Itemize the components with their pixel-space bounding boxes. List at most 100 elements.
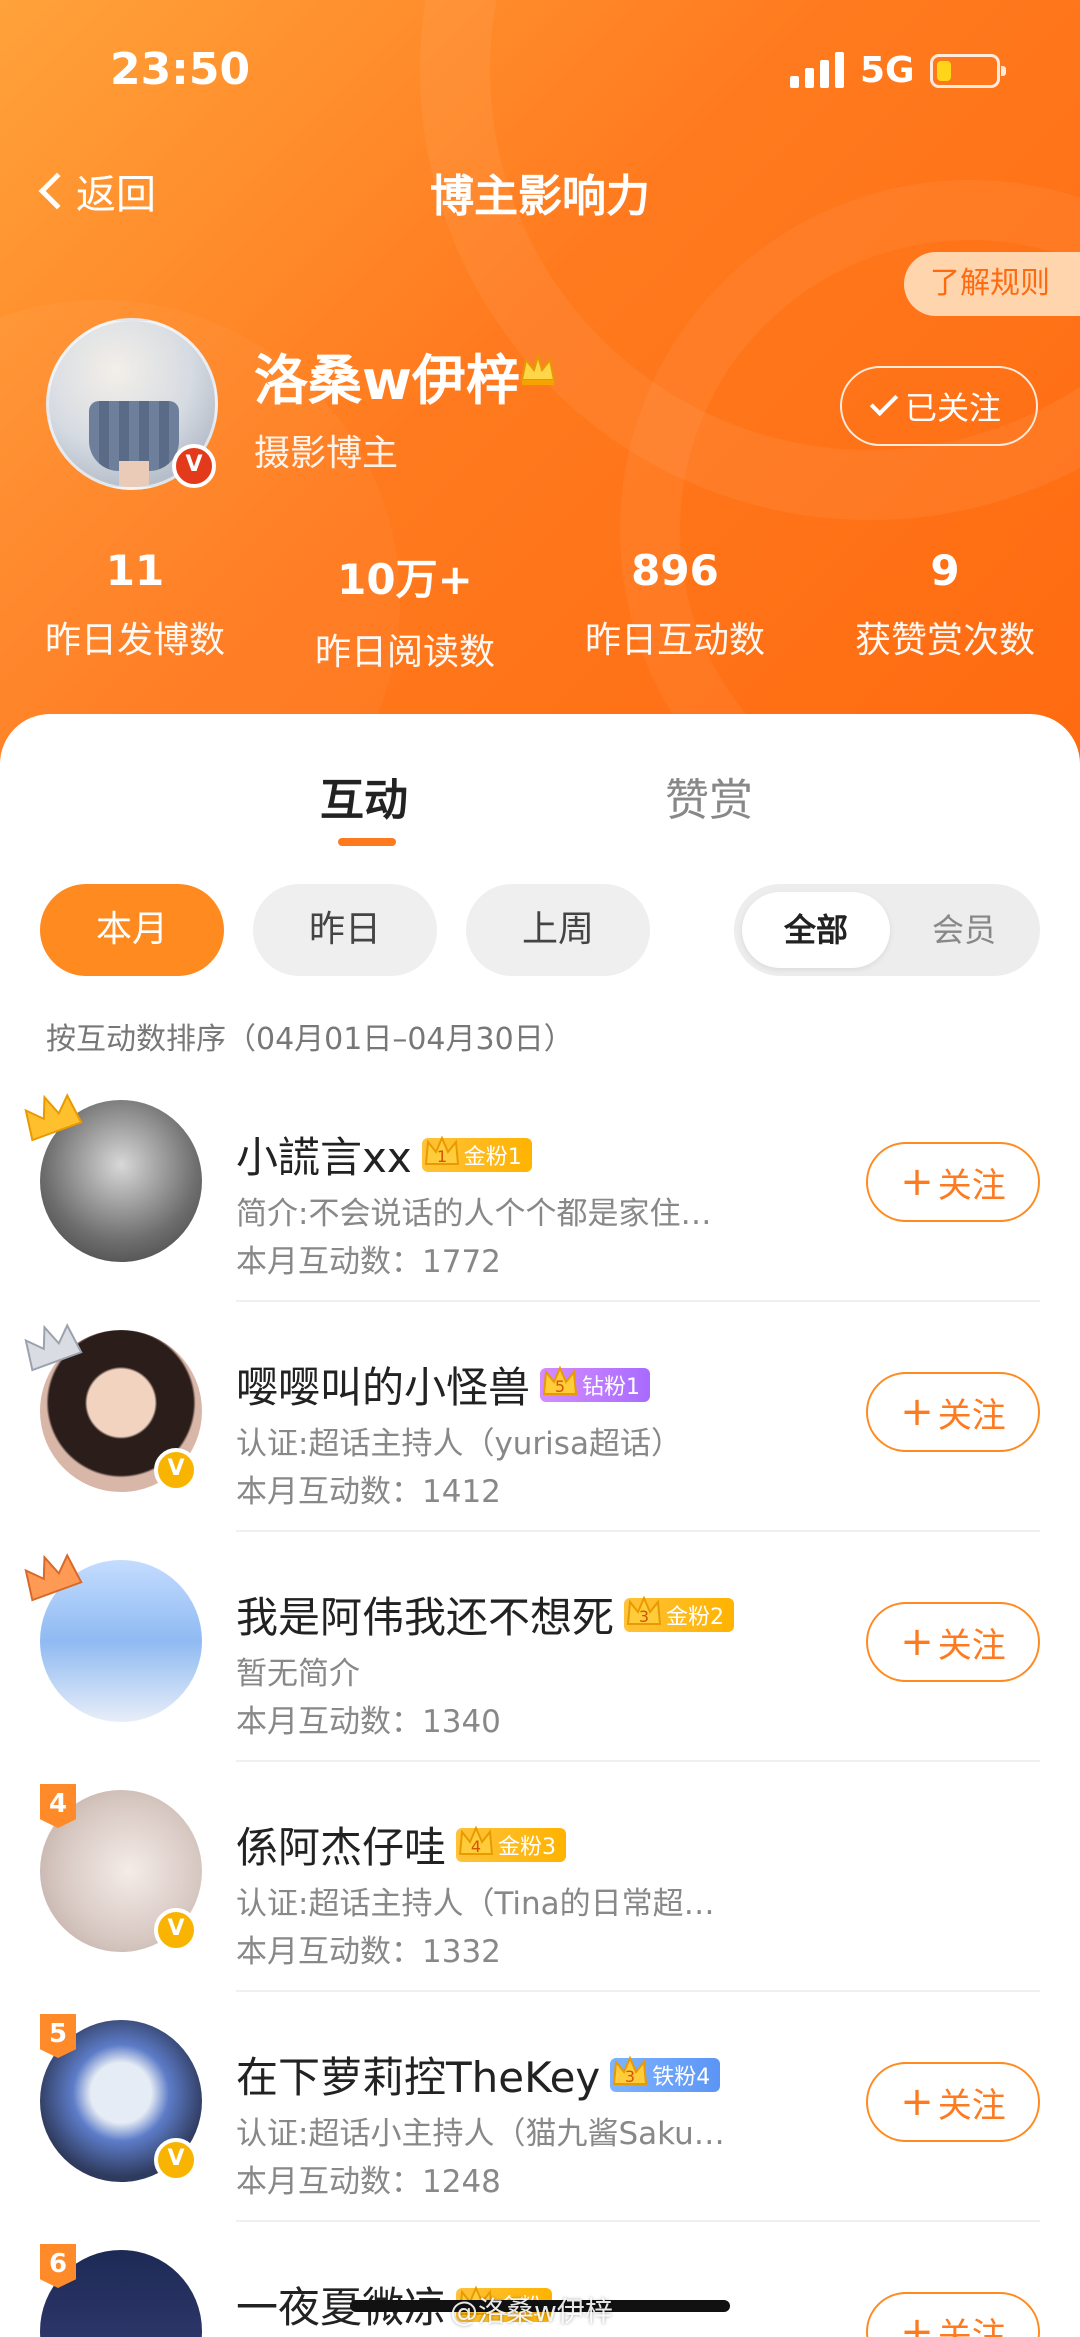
rules-button[interactable]: 了解规则 [904, 252, 1080, 316]
user-name: 我是阿伟我还不想死 3 金粉2 [236, 1584, 735, 1645]
nav-bar: 返回 博主影响力 [0, 150, 1080, 230]
profile-name: 洛桑w伊梓 [254, 349, 520, 412]
verified-badge-icon: V [154, 2138, 198, 2182]
ranking-row[interactable]: 5 V 在下萝莉控TheKey 3 铁粉4 认证:超话小主持人（猫九酱Saku…… [0, 1992, 1080, 2222]
stat-item: 10万+ 昨日阅读数 [270, 546, 540, 675]
crown-icon [520, 352, 556, 385]
stat-item: 11 昨日发博数 [0, 546, 270, 675]
page-title: 博主影响力 [430, 171, 650, 222]
stat-label: 昨日互动数 [584, 620, 765, 661]
plus-icon: + [900, 2079, 934, 2125]
check-icon [869, 387, 899, 417]
status-time: 23:50 [110, 44, 251, 95]
stat-label: 昨日发博数 [44, 620, 225, 661]
fan-badge-label: 钻粉1 [582, 1374, 641, 1400]
follow-label: 关注 [937, 1625, 1006, 1666]
user-bio: 简介:不会说话的人个个都是家住… [236, 1196, 712, 1232]
stat-label: 获赞赏次数 [854, 620, 1035, 661]
verified-badge-icon: V [154, 1908, 198, 1952]
interaction-count: 本月互动数：1248 [236, 2164, 501, 2200]
scope-member[interactable]: 会员 [894, 892, 1034, 968]
followed-button[interactable]: 已关注 [840, 366, 1038, 446]
signal-icon [790, 50, 844, 88]
stat-value: 896 [631, 546, 719, 595]
fan-crown-icon: 3 [626, 1594, 662, 1626]
tab-reward[interactable]: 赞赏 [665, 764, 753, 828]
fan-badge: 3 铁粉4 [610, 2054, 721, 2092]
fan-crown-icon: 4 [458, 1824, 494, 1856]
user-bio: 认证:超话主持人（yurisa超话） [236, 1426, 682, 1462]
scope-toggle: 全部 会员 [734, 884, 1040, 976]
follow-label: 关注 [937, 1165, 1006, 1206]
stats-row: 11 昨日发博数 10万+ 昨日阅读数 896 昨日互动数 9 获赞赏次数 [0, 546, 1080, 675]
fan-badge: 1 金粉1 [421, 1134, 532, 1172]
stat-value: 9 [930, 546, 960, 595]
svg-text:5: 5 [555, 1377, 565, 1396]
follow-button[interactable]: + 关注 [866, 1372, 1040, 1452]
fan-badge: 5 钻粉1 [540, 1364, 651, 1402]
sort-note: 按互动数排序（04月01日–04月30日） [46, 1022, 574, 1057]
plus-icon: + [900, 1159, 934, 1205]
fan-crown-icon: 1 [424, 1134, 459, 1166]
battery-icon [930, 54, 1006, 88]
fan-crown-icon: 5 [542, 1364, 578, 1396]
svg-text:1: 1 [437, 1147, 447, 1166]
stat-item: 896 昨日互动数 [540, 546, 810, 675]
fan-badge-label: 金粉2 [666, 1604, 725, 1630]
user-bio: 认证:超话主持人（Tina的日常超… [236, 1886, 715, 1922]
svg-text:3: 3 [639, 1607, 649, 1626]
fan-badge-label: 金粉1 [463, 1144, 522, 1170]
fan-badge-label: 铁粉4 [652, 2064, 711, 2090]
ranking-row[interactable]: 我是阿伟我还不想死 3 金粉2 暂无简介 本月互动数：1340 + 关注 [0, 1532, 1080, 1762]
tab-interaction[interactable]: 互动 [320, 764, 408, 828]
stat-value: 11 [105, 546, 165, 595]
follow-button[interactable]: + 关注 [866, 1602, 1040, 1682]
user-name-text: 我是阿伟我还不想死 [236, 1593, 615, 1642]
follow-button[interactable]: + 关注 [866, 1142, 1040, 1222]
user-name: 小謊言xx 1 金粉1 [236, 1124, 532, 1185]
user-bio: 暂无简介 [236, 1656, 360, 1692]
interaction-count: 本月互动数：1340 [236, 1704, 501, 1740]
verified-badge-icon: V [154, 1448, 198, 1492]
network-type: 5G [860, 50, 915, 91]
interaction-count: 本月互动数：1772 [236, 1244, 501, 1280]
verified-badge-icon: V [172, 444, 216, 488]
ranking-row[interactable]: 小謊言xx 1 金粉1 简介:不会说话的人个个都是家住… 本月互动数：1772 … [0, 1072, 1080, 1302]
rank-number-badge: 6 [40, 2244, 76, 2288]
profile-subtitle: 摄影博主 [254, 433, 399, 474]
ranking-row[interactable]: V 嘤嘤叫的小怪兽 5 钻粉1 认证:超话主持人（yurisa超话） 本月互动数… [0, 1302, 1080, 1532]
stat-label: 昨日阅读数 [314, 632, 495, 673]
filter-this-month[interactable]: 本月 [40, 884, 224, 976]
follow-label: 关注 [937, 1395, 1006, 1436]
follow-button[interactable]: + 关注 [866, 2062, 1040, 2142]
scope-all[interactable]: 全部 [742, 892, 890, 968]
user-name: 嘤嘤叫的小怪兽 5 钻粉1 [236, 1354, 651, 1415]
svg-text:3: 3 [625, 2067, 635, 2086]
watermark: @洛桑w伊梓 [450, 2295, 613, 2328]
bronze-crown-icon [24, 1553, 83, 1602]
svg-text:4: 4 [471, 1837, 481, 1856]
follow-button[interactable]: + 关注 [866, 2292, 1040, 2337]
fan-badge: 3 金粉2 [624, 1594, 735, 1632]
rank-number-badge: 5 [40, 2014, 76, 2058]
user-name-text: 小謊言xx [236, 1133, 412, 1182]
filter-yesterday[interactable]: 昨日 [253, 884, 437, 976]
ranking-row[interactable]: 4 V 係阿杰仔哇 4 金粉3 认证:超话主持人（Tina的日常超… 本月互动数… [0, 1762, 1080, 1992]
user-name: 係阿杰仔哇 4 金粉3 [236, 1814, 567, 1875]
user-name-text: 係阿杰仔哇 [236, 1823, 447, 1872]
user-name-text: 在下萝莉控TheKey [236, 2053, 601, 2102]
gold-crown-icon [24, 1093, 83, 1142]
plus-icon: + [900, 2309, 934, 2337]
stat-value: 10万+ [337, 555, 473, 604]
follow-label: 关注 [937, 2315, 1006, 2337]
stat-item: 9 获赞赏次数 [810, 546, 1080, 675]
filter-last-week[interactable]: 上周 [466, 884, 650, 976]
interaction-count: 本月互动数：1412 [236, 1474, 501, 1510]
plus-icon: + [900, 1389, 934, 1435]
interaction-count: 本月互动数：1332 [236, 1934, 501, 1970]
plus-icon: + [900, 1619, 934, 1665]
followed-label: 已关注 [904, 389, 1001, 427]
fan-badge-label: 金粉3 [498, 1834, 557, 1860]
user-bio: 认证:超话小主持人（猫九酱Saku… [236, 2116, 725, 2152]
user-name-text: 嘤嘤叫的小怪兽 [236, 1363, 531, 1412]
